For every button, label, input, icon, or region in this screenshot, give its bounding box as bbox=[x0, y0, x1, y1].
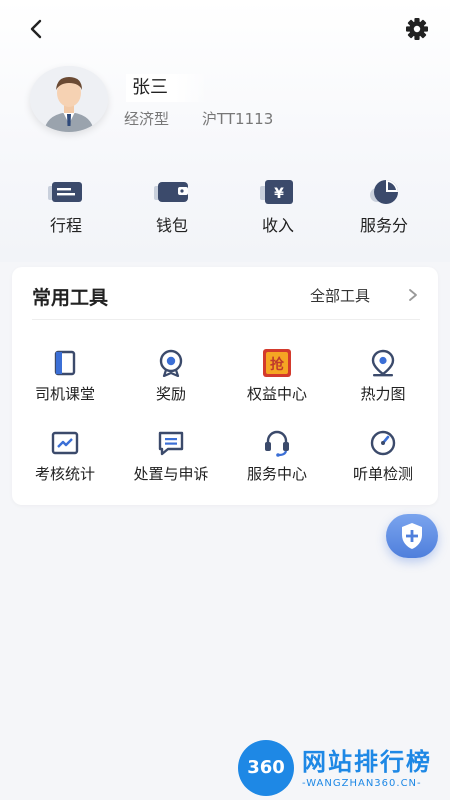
tool-assessment-stats[interactable]: 考核统计 bbox=[12, 429, 118, 495]
gear-icon bbox=[406, 18, 428, 40]
user-name: 张三 bbox=[126, 74, 208, 102]
tool-heatmap[interactable]: 热力图 bbox=[330, 349, 436, 415]
message-icon bbox=[158, 431, 184, 456]
driver-avatar-icon bbox=[30, 66, 108, 132]
watermark-title: 网站排行榜 bbox=[302, 748, 432, 776]
quick-wallet-label: 钱包 bbox=[155, 216, 188, 235]
wallet-icon bbox=[154, 182, 188, 202]
pie-chart-icon bbox=[370, 180, 398, 204]
shield-plus-icon bbox=[402, 523, 422, 549]
tool-label: 服务中心 bbox=[246, 465, 307, 483]
watermark-subtitle: -WANGZHAN360.CN- bbox=[302, 778, 422, 789]
stats-chart-icon bbox=[51, 431, 79, 455]
grab-badge-icon: 抢 bbox=[263, 349, 291, 377]
watermark-logo: 360 bbox=[238, 740, 294, 796]
speedometer-icon bbox=[370, 430, 396, 456]
tool-order-detection[interactable]: 听单检测 bbox=[330, 429, 436, 495]
tool-label: 权益中心 bbox=[246, 385, 307, 403]
headset-icon bbox=[265, 430, 289, 457]
svg-text:¥: ¥ bbox=[274, 186, 284, 202]
tool-benefits-center[interactable]: 抢 权益中心 bbox=[224, 349, 330, 415]
tools-title: 常用工具 bbox=[32, 287, 109, 309]
settings-button[interactable] bbox=[402, 14, 432, 44]
quick-actions: 行程 钱包 ¥ 收入 服务分 bbox=[0, 174, 450, 244]
quick-service-score-label: 服务分 bbox=[359, 216, 408, 235]
quick-trip-button[interactable]: 行程 bbox=[12, 174, 112, 240]
all-tools-link[interactable]: 全部工具 bbox=[310, 285, 370, 306]
income-yuan-icon: ¥ bbox=[260, 180, 293, 204]
tool-label: 处置与申诉 bbox=[133, 465, 209, 483]
quick-trip-label: 行程 bbox=[49, 216, 82, 235]
tool-disposal-appeal[interactable]: 处置与申诉 bbox=[118, 429, 224, 495]
safety-shield-button[interactable] bbox=[386, 514, 438, 558]
watermark: 360 网站排行榜 -WANGZHAN360.CN- bbox=[238, 738, 448, 800]
tool-label: 考核统计 bbox=[34, 465, 95, 483]
tool-label: 司机课堂 bbox=[34, 385, 95, 403]
tool-label: 听单检测 bbox=[352, 465, 413, 483]
medal-icon bbox=[159, 349, 183, 377]
tool-driver-class[interactable]: 司机课堂 bbox=[12, 349, 118, 415]
trip-card-icon bbox=[48, 182, 82, 202]
quick-wallet-button[interactable]: 钱包 bbox=[118, 174, 218, 240]
top-bar bbox=[0, 0, 450, 58]
license-plate: 沪TT1113 bbox=[202, 110, 274, 128]
avatar[interactable] bbox=[30, 66, 108, 132]
chevron-right-icon[interactable] bbox=[406, 287, 420, 303]
back-button[interactable] bbox=[22, 14, 52, 44]
common-tools-card: 常用工具 全部工具 司机课堂 奖励 抢 权益中心 热力图 考核统计 处置与申诉 … bbox=[12, 267, 438, 505]
chevron-left-icon bbox=[30, 19, 42, 39]
profile-section: 张三 经济型 沪TT1113 bbox=[30, 66, 430, 136]
quick-income-label: 收入 bbox=[261, 216, 294, 235]
tool-rewards[interactable]: 奖励 bbox=[118, 349, 224, 415]
map-pin-icon bbox=[371, 349, 395, 377]
tool-label: 热力图 bbox=[360, 385, 406, 403]
svg-text:抢: 抢 bbox=[270, 356, 285, 373]
divider bbox=[32, 319, 420, 320]
tool-label: 奖励 bbox=[155, 385, 186, 403]
car-type-label: 经济型 bbox=[124, 110, 170, 128]
quick-income-button[interactable]: ¥ 收入 bbox=[224, 174, 324, 240]
book-icon bbox=[54, 350, 76, 376]
tool-service-center[interactable]: 服务中心 bbox=[224, 429, 330, 495]
quick-service-score-button[interactable]: 服务分 bbox=[330, 174, 430, 240]
